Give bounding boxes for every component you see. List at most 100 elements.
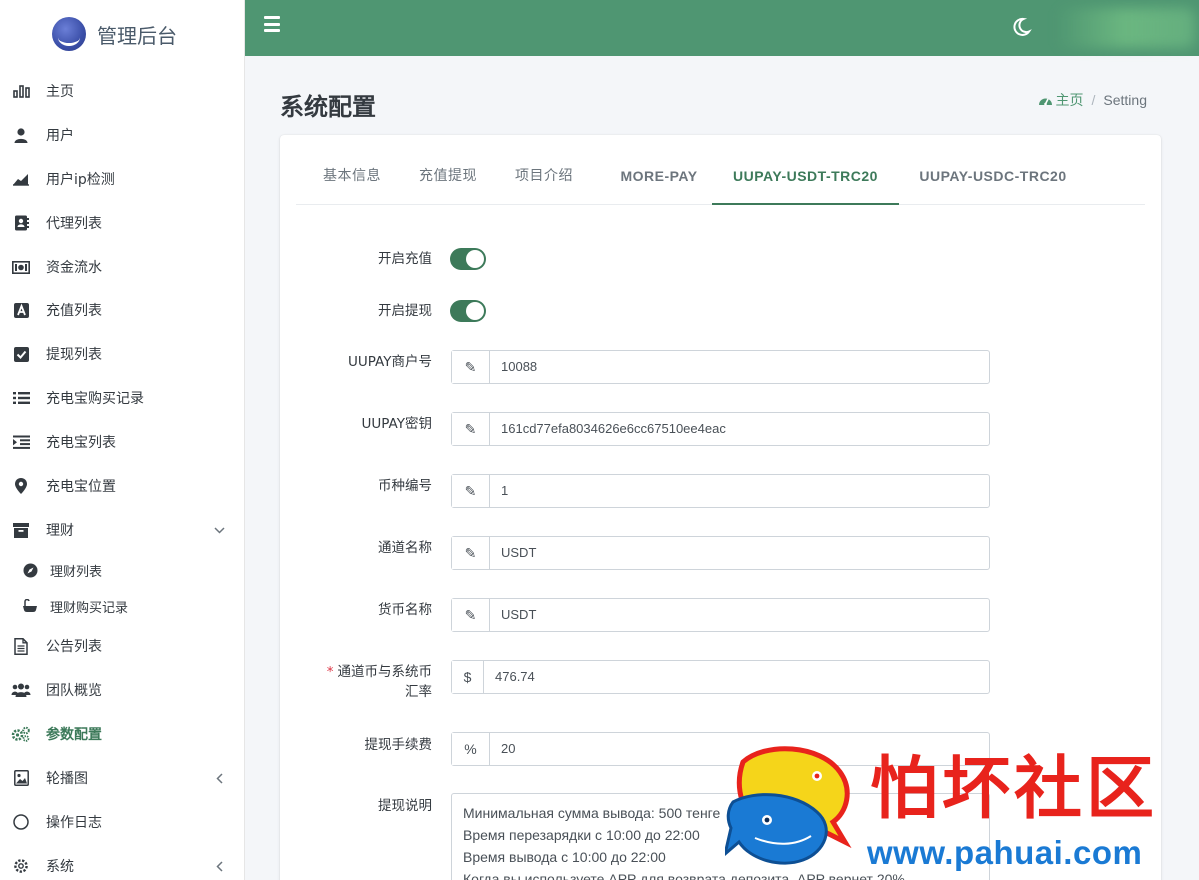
sidebar-item-settings[interactable]: 参数配置 — [0, 714, 244, 754]
withdraw-note-textarea[interactable]: Минимальная сумма вывода: 500 тенге Врем… — [451, 793, 990, 880]
sidebar-item-home[interactable]: 主页 — [0, 71, 244, 111]
currency-code-input[interactable]: 1 — [490, 475, 989, 507]
top-navbar — [245, 0, 1199, 56]
sidebar-item-carousel[interactable]: 轮播图 — [0, 758, 244, 798]
map-marker-icon — [11, 476, 31, 496]
sidebar-item-label: 资金流水 — [46, 260, 102, 276]
currency-code-label: 币种编号 — [378, 478, 432, 494]
chevron-down-icon — [211, 522, 227, 538]
tab-recharge-withdraw[interactable]: 充值提现 — [412, 135, 484, 205]
channel-name-label: 通道名称 — [378, 540, 432, 556]
percent-icon: % — [452, 733, 490, 765]
chevron-left-icon — [211, 770, 227, 786]
compass-icon — [20, 560, 40, 580]
brand-logo — [52, 17, 86, 51]
sidebar-item-label: 理财 — [46, 523, 74, 539]
sidebar-item-system[interactable]: 系统 — [0, 846, 244, 880]
sidebar-subitem-finance-list[interactable]: 理财列表 — [0, 550, 244, 590]
withdraw-note-line: Когда вы используете APP для возврата де… — [463, 871, 905, 880]
sidebar-item-team-overview[interactable]: 团队概览 — [0, 670, 244, 710]
sidebar-item-label: 操作日志 — [46, 815, 102, 831]
sidebar-item-label: 提现列表 — [46, 347, 102, 363]
breadcrumb-home-label: 主页 — [1055, 93, 1084, 109]
currency-name-input[interactable]: USDT — [490, 599, 989, 631]
secret-key-input[interactable]: 161cd77efa8034626e6cc67510ee4eac — [490, 413, 989, 445]
withdraw-fee-field[interactable]: % 20 — [451, 732, 990, 766]
sidebar-item-operation-log[interactable]: 操作日志 — [0, 802, 244, 842]
tab-basic-info[interactable]: 基本信息 — [316, 135, 388, 205]
currency-code-field[interactable]: ✎ 1 — [451, 474, 990, 508]
breadcrumb-home[interactable]: 主页 — [1038, 90, 1084, 110]
tab-uupay-usdt-trc20[interactable]: UUPAY-USDT-TRC20 — [712, 135, 899, 205]
currency-name-label: 货币名称 — [378, 602, 432, 618]
cogs-icon — [11, 724, 31, 744]
sidebar-item-fund-flow[interactable]: 资金流水 — [0, 247, 244, 287]
sidebar-item-label: 系统 — [46, 859, 74, 875]
sidebar-item-label: 代理列表 — [46, 216, 102, 232]
sidebar-item-label: 充值列表 — [46, 303, 102, 319]
sidebar-item-recharges[interactable]: 充值列表 — [0, 290, 244, 330]
sidebar-item-label: 用户ip检测 — [46, 172, 115, 188]
withdraw-fee-input[interactable]: 20 — [490, 733, 989, 765]
moon-icon[interactable] — [1010, 16, 1032, 38]
brand-title: 管理后台 — [97, 23, 177, 48]
archive-icon — [11, 520, 31, 540]
font-box-icon — [11, 300, 31, 320]
exchange-rate-input[interactable]: 476.74 — [484, 661, 989, 693]
channel-name-input[interactable]: USDT — [490, 537, 989, 569]
sidebar-item-withdrawals[interactable]: 提现列表 — [0, 334, 244, 374]
sidebar-item-powerbank-purchases[interactable]: 充电宝购买记录 — [0, 378, 244, 418]
sidebar-item-powerbank-locations[interactable]: 充电宝位置 — [0, 466, 244, 506]
enable-withdraw-toggle[interactable] — [450, 300, 486, 322]
user-icon — [11, 125, 31, 145]
secret-key-field[interactable]: ✎ 161cd77efa8034626e6cc67510ee4eac — [451, 412, 990, 446]
exchange-rate-field[interactable]: $ 476.74 — [451, 660, 990, 694]
sidebar-item-users[interactable]: 用户 — [0, 115, 244, 155]
image-icon — [11, 768, 31, 788]
users-icon — [11, 680, 31, 700]
tab-uupay-usdc-trc20[interactable]: UUPAY-USDC-TRC20 — [908, 135, 1078, 205]
breadcrumb: 主页 / Setting — [1038, 90, 1147, 110]
channel-name-field[interactable]: ✎ USDT — [451, 536, 990, 570]
sidebar-item-label: 理财购买记录 — [50, 600, 129, 616]
gear-icon — [11, 856, 31, 876]
area-chart-icon — [11, 169, 31, 189]
brand[interactable]: 管理后台 — [0, 0, 244, 68]
sidebar: 管理后台 主页 用户 用户ip检测 代理列表 资金流水 充值列表 提现列表 充电… — [0, 0, 245, 880]
indent-list-icon — [11, 432, 31, 452]
enable-recharge-toggle[interactable] — [450, 248, 486, 270]
bar-chart-icon — [11, 81, 31, 101]
dashboard-icon — [1038, 98, 1052, 106]
settings-tabs: 基本信息 充值提现 项目介绍 MORE-PAY UUPAY-USDT-TRC20… — [296, 135, 1145, 205]
merchant-no-field[interactable]: ✎ 10088 — [451, 350, 990, 384]
pencil-icon: ✎ — [452, 351, 490, 383]
user-menu[interactable] — [1055, 8, 1195, 48]
tab-project-intro[interactable]: 项目介绍 — [508, 135, 580, 205]
sidebar-item-announcements[interactable]: 公告列表 — [0, 626, 244, 666]
hamburger-icon[interactable] — [262, 14, 282, 34]
merchant-no-input[interactable]: 10088 — [490, 351, 989, 383]
required-marker: * — [326, 664, 334, 680]
sidebar-item-label: 理财列表 — [50, 564, 103, 580]
sidebar-item-agents[interactable]: 代理列表 — [0, 203, 244, 243]
withdraw-note-line: Время вывода с 10:00 до 22:00 — [463, 849, 666, 865]
withdraw-note-line: Время перезарядки с 10:00 до 22:00 — [463, 827, 700, 843]
breadcrumb-current: Setting — [1103, 92, 1147, 108]
pencil-icon: ✎ — [452, 537, 490, 569]
pencil-icon: ✎ — [452, 599, 490, 631]
sidebar-item-powerbanks[interactable]: 充电宝列表 — [0, 422, 244, 462]
money-bill-icon — [11, 257, 31, 277]
sidebar-subitem-finance-purchases[interactable]: 理财购买记录 — [0, 586, 244, 626]
exchange-rate-label: * 通道币与系统币 汇率 — [280, 662, 432, 702]
sidebar-item-finance[interactable]: 理财 — [0, 510, 244, 550]
page-title: 系统配置 — [280, 93, 376, 121]
currency-name-field[interactable]: ✎ USDT — [451, 598, 990, 632]
breadcrumb-separator: / — [1091, 92, 1096, 108]
sidebar-item-label: 参数配置 — [46, 727, 102, 743]
pencil-icon: ✎ — [452, 413, 490, 445]
enable-recharge-label: 开启充值 — [378, 251, 432, 267]
tab-more-pay[interactable]: MORE-PAY — [604, 135, 714, 205]
sidebar-item-user-ip[interactable]: 用户ip检测 — [0, 159, 244, 199]
enable-withdraw-label: 开启提现 — [378, 303, 432, 319]
settings-card: 基本信息 充值提现 项目介绍 MORE-PAY UUPAY-USDT-TRC20… — [280, 135, 1161, 880]
